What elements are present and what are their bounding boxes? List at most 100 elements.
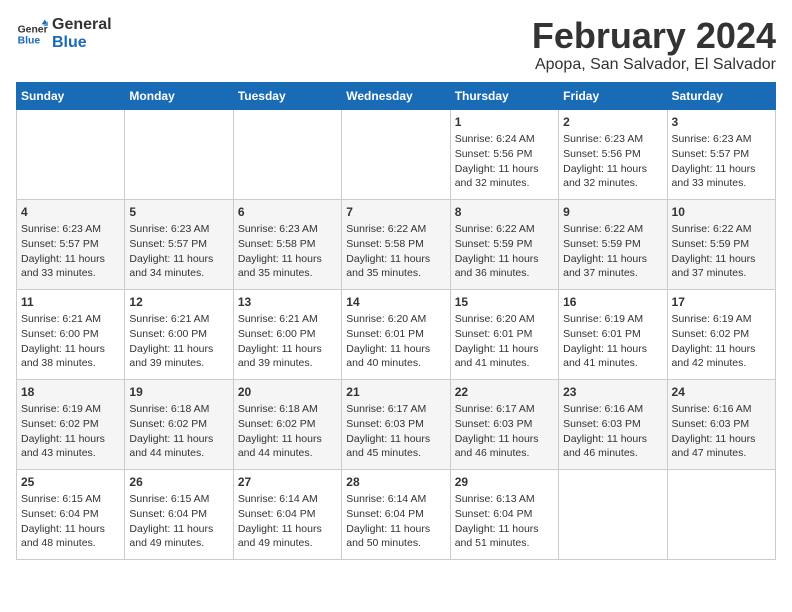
calendar-cell: 2Sunrise: 6:23 AMSunset: 5:56 PMDaylight… [559,109,667,199]
cell-content: Sunrise: 6:24 AMSunset: 5:56 PMDaylight:… [455,132,554,191]
day-number: 28 [346,474,445,491]
day-number: 3 [672,114,771,131]
day-number: 19 [129,384,228,401]
calendar-cell: 24Sunrise: 6:16 AMSunset: 6:03 PMDayligh… [667,379,775,469]
calendar-cell: 28Sunrise: 6:14 AMSunset: 6:04 PMDayligh… [342,469,450,559]
cell-content: Sunrise: 6:18 AMSunset: 6:02 PMDaylight:… [129,402,228,461]
day-number: 11 [21,294,120,311]
calendar-cell [559,469,667,559]
cell-content: Sunrise: 6:18 AMSunset: 6:02 PMDaylight:… [238,402,337,461]
week-row-3: 11Sunrise: 6:21 AMSunset: 6:00 PMDayligh… [17,289,776,379]
calendar-cell: 7Sunrise: 6:22 AMSunset: 5:58 PMDaylight… [342,199,450,289]
calendar-cell [233,109,341,199]
calendar-cell: 8Sunrise: 6:22 AMSunset: 5:59 PMDaylight… [450,199,558,289]
cell-content: Sunrise: 6:22 AMSunset: 5:58 PMDaylight:… [346,222,445,281]
cell-content: Sunrise: 6:17 AMSunset: 6:03 PMDaylight:… [455,402,554,461]
cell-content: Sunrise: 6:17 AMSunset: 6:03 PMDaylight:… [346,402,445,461]
day-number: 12 [129,294,228,311]
calendar-cell: 16Sunrise: 6:19 AMSunset: 6:01 PMDayligh… [559,289,667,379]
day-number: 7 [346,204,445,221]
calendar-cell: 15Sunrise: 6:20 AMSunset: 6:01 PMDayligh… [450,289,558,379]
day-number: 13 [238,294,337,311]
calendar-cell: 5Sunrise: 6:23 AMSunset: 5:57 PMDaylight… [125,199,233,289]
cell-content: Sunrise: 6:22 AMSunset: 5:59 PMDaylight:… [672,222,771,281]
calendar-cell [342,109,450,199]
day-number: 18 [21,384,120,401]
day-number: 17 [672,294,771,311]
cell-content: Sunrise: 6:23 AMSunset: 5:58 PMDaylight:… [238,222,337,281]
day-number: 9 [563,204,662,221]
column-header-friday: Friday [559,82,667,109]
week-row-2: 4 Sunrise: 6:23 AMSunset: 5:57 PMDaylight… [17,199,776,289]
day-number: 23 [563,384,662,401]
main-title: February 2024 [532,16,776,56]
calendar-cell: 4Sunrise: 6:23 AMSunset: 5:57 PMDaylight… [17,199,125,289]
column-header-tuesday: Tuesday [233,82,341,109]
cell-content: Sunrise: 6:22 AMSunset: 5:59 PMDaylight:… [563,222,662,281]
day-number: 5 [129,204,228,221]
calendar-body: 1Sunrise: 6:24 AMSunset: 5:56 PMDaylight… [17,109,776,559]
cell-content: Sunrise: 6:21 AMSunset: 6:00 PMDaylight:… [129,312,228,371]
calendar-header: SundayMondayTuesdayWednesdayThursdayFrid… [17,82,776,109]
day-number: 2 [563,114,662,131]
svg-text:Blue: Blue [18,35,41,46]
cell-content: Sunrise: 6:22 AMSunset: 5:59 PMDaylight:… [455,222,554,281]
cell-content: Sunrise: 6:14 AMSunset: 6:04 PMDaylight:… [238,492,337,551]
day-number: 6 [238,204,337,221]
cell-content: Sunrise: 6:23 AMSunset: 5:56 PMDaylight:… [563,132,662,191]
cell-content: Sunrise: 6:16 AMSunset: 6:03 PMDaylight:… [672,402,771,461]
cell-content: Sunrise: 6:14 AMSunset: 6:04 PMDaylight:… [346,492,445,551]
cell-content: Sunrise: 6:21 AMSunset: 6:00 PMDaylight:… [238,312,337,371]
week-row-1: 1Sunrise: 6:24 AMSunset: 5:56 PMDaylight… [17,109,776,199]
logo-icon: General Blue [16,18,48,50]
column-header-sunday: Sunday [17,82,125,109]
day-number: 27 [238,474,337,491]
day-number: 8 [455,204,554,221]
day-number: 4 [21,204,120,221]
calendar-table: SundayMondayTuesdayWednesdayThursdayFrid… [16,82,776,560]
calendar-cell [125,109,233,199]
week-row-4: 18Sunrise: 6:19 AMSunset: 6:02 PMDayligh… [17,379,776,469]
calendar-cell: 11Sunrise: 6:21 AMSunset: 6:00 PMDayligh… [17,289,125,379]
sub-title: Apopa, San Salvador, El Salvador [532,56,776,74]
calendar-cell: 20Sunrise: 6:18 AMSunset: 6:02 PMDayligh… [233,379,341,469]
day-number: 10 [672,204,771,221]
logo-line1: General [52,16,112,34]
cell-content: Sunrise: 6:19 AMSunset: 6:01 PMDaylight:… [563,312,662,371]
day-number: 26 [129,474,228,491]
svg-text:General: General [18,24,48,35]
cell-content: Sunrise: 6:15 AMSunset: 6:04 PMDaylight:… [129,492,228,551]
calendar-cell: 21Sunrise: 6:17 AMSunset: 6:03 PMDayligh… [342,379,450,469]
cell-content: Sunrise: 6:23 AMSunset: 5:57 PMDaylight:… [672,132,771,191]
calendar-cell: 6Sunrise: 6:23 AMSunset: 5:58 PMDaylight… [233,199,341,289]
header-row: SundayMondayTuesdayWednesdayThursdayFrid… [17,82,776,109]
calendar-cell: 1Sunrise: 6:24 AMSunset: 5:56 PMDaylight… [450,109,558,199]
cell-content: Sunrise: 6:21 AMSunset: 6:00 PMDaylight:… [21,312,120,371]
calendar-cell: 13Sunrise: 6:21 AMSunset: 6:00 PMDayligh… [233,289,341,379]
calendar-cell: 29Sunrise: 6:13 AMSunset: 6:04 PMDayligh… [450,469,558,559]
calendar-cell: 9Sunrise: 6:22 AMSunset: 5:59 PMDaylight… [559,199,667,289]
calendar-cell: 25Sunrise: 6:15 AMSunset: 6:04 PMDayligh… [17,469,125,559]
calendar-cell: 10Sunrise: 6:22 AMSunset: 5:59 PMDayligh… [667,199,775,289]
column-header-monday: Monday [125,82,233,109]
calendar-cell [667,469,775,559]
cell-content: Sunrise: 6:13 AMSunset: 6:04 PMDaylight:… [455,492,554,551]
logo: General Blue General Blue [16,16,112,51]
cell-content: Sunrise: 6:16 AMSunset: 6:03 PMDaylight:… [563,402,662,461]
column-header-thursday: Thursday [450,82,558,109]
cell-content: Sunrise: 6:19 AMSunset: 6:02 PMDaylight:… [672,312,771,371]
cell-content: Sunrise: 6:20 AMSunset: 6:01 PMDaylight:… [455,312,554,371]
title-area: February 2024 Apopa, San Salvador, El Sa… [532,16,776,74]
column-header-wednesday: Wednesday [342,82,450,109]
day-number: 20 [238,384,337,401]
cell-content: Sunrise: 6:23 AMSunset: 5:57 PMDaylight:… [129,222,228,281]
day-number: 29 [455,474,554,491]
day-number: 22 [455,384,554,401]
calendar-cell: 17Sunrise: 6:19 AMSunset: 6:02 PMDayligh… [667,289,775,379]
calendar-cell: 19Sunrise: 6:18 AMSunset: 6:02 PMDayligh… [125,379,233,469]
calendar-cell: 14Sunrise: 6:20 AMSunset: 6:01 PMDayligh… [342,289,450,379]
day-number: 1 [455,114,554,131]
day-number: 25 [21,474,120,491]
calendar-cell [17,109,125,199]
calendar-cell: 3Sunrise: 6:23 AMSunset: 5:57 PMDaylight… [667,109,775,199]
